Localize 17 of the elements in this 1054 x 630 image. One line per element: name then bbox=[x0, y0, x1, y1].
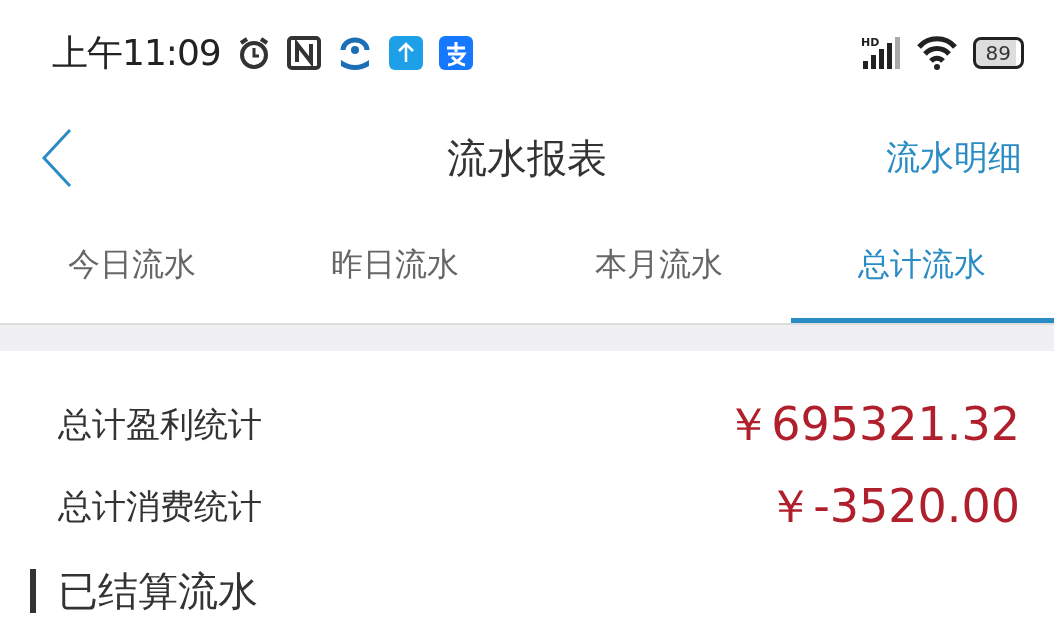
clock-time: 上午11:09 bbox=[52, 30, 221, 75]
tab[interactable]: 今日流水 bbox=[0, 210, 264, 323]
tab[interactable]: 昨日流水 bbox=[263, 210, 527, 323]
stat-label: 总计盈利统计 bbox=[58, 402, 262, 446]
stat-value: ￥-3520.00 bbox=[767, 477, 1020, 535]
section-title: 已结算流水 bbox=[58, 567, 258, 616]
tab[interactable]: 本月流水 bbox=[527, 210, 791, 323]
stat-value: ￥695321.32 bbox=[725, 395, 1020, 453]
back-icon[interactable] bbox=[40, 127, 72, 188]
battery-icon: 89 bbox=[972, 36, 1024, 69]
wifi-icon bbox=[916, 34, 957, 71]
detail-link[interactable]: 流水明细 bbox=[886, 132, 1022, 183]
section-marker bbox=[30, 569, 36, 613]
payment-app-icon bbox=[438, 35, 473, 70]
nfc-icon bbox=[286, 35, 321, 70]
stat-label: 总计消费统计 bbox=[58, 484, 262, 528]
page-title: 流水报表 bbox=[447, 133, 607, 183]
